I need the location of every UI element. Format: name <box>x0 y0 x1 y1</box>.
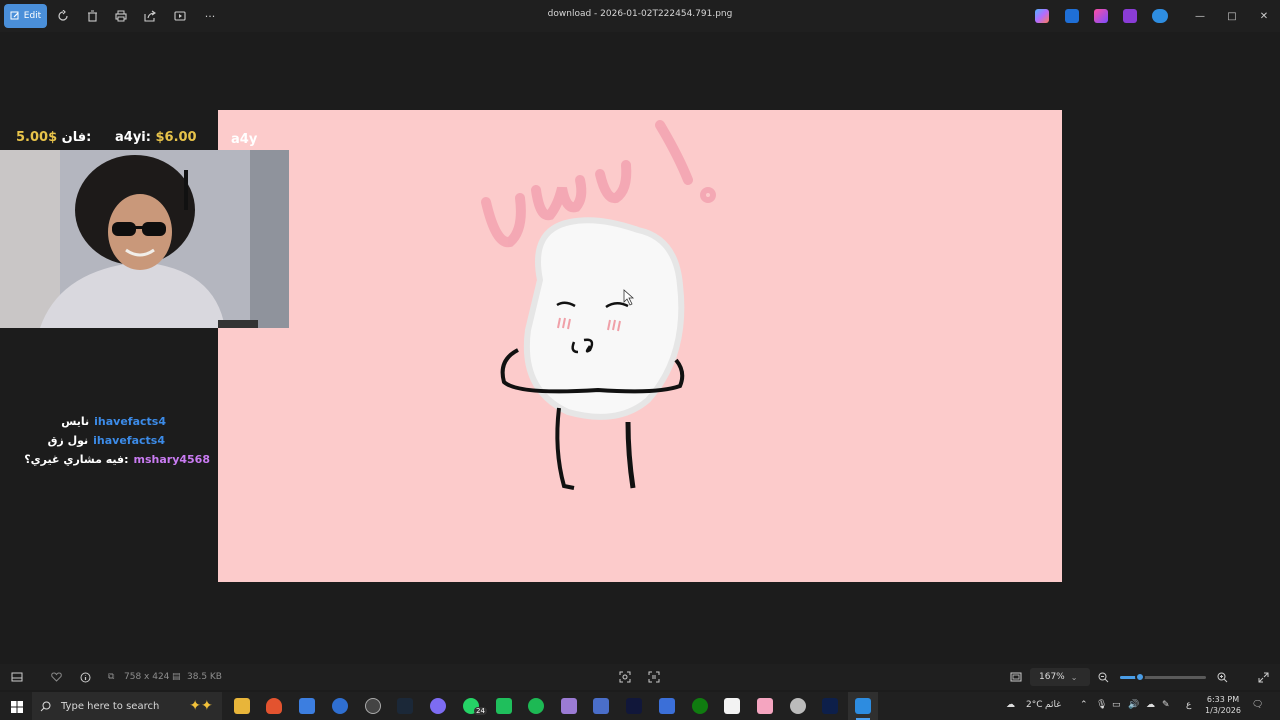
chat-message: فيه مشاري غيري؟: <box>24 453 129 466</box>
weather-icon[interactable]: ☁ <box>1006 700 1015 710</box>
chatgpt-icon[interactable] <box>365 698 381 714</box>
chat-line: نايس ihavefacts4 <box>61 415 166 428</box>
visual-search-icon[interactable] <box>617 669 633 685</box>
premiere-icon[interactable] <box>626 698 642 714</box>
donation-second-amount: 5.00$ <box>16 130 58 145</box>
text-scan-icon[interactable] <box>646 669 662 685</box>
chat-username: ihavefacts4 <box>94 415 166 428</box>
clock-time: 6:33 PM <box>1206 695 1240 704</box>
photos-icon <box>855 698 871 714</box>
chat-message: نول زق <box>47 434 89 447</box>
displayed-image[interactable]: a4y <box>218 110 1062 582</box>
designer-icon[interactable] <box>1094 9 1108 23</box>
zoom-slider-thumb[interactable] <box>1135 672 1145 682</box>
image-dimensions: 758 x 424 <box>124 672 170 682</box>
onedrive-icon[interactable] <box>1152 9 1168 23</box>
fit-to-window-icon[interactable] <box>1008 669 1024 685</box>
vpn-icon[interactable] <box>593 698 609 714</box>
search-icon <box>40 701 51 711</box>
taskbar-search-input[interactable]: Type here to search ✦✦ <box>32 692 222 720</box>
zoom-level-dropdown[interactable]: 167% ⌄ <box>1030 668 1090 686</box>
chevron-up-icon[interactable]: ⌃ <box>1080 700 1088 710</box>
chat-line: نول زق ihavefacts4 <box>48 434 165 447</box>
windows-taskbar: Type here to search ✦✦ 24 <box>0 692 1280 720</box>
weather-label: غائم <box>1045 700 1061 710</box>
zoom-level: 167% <box>1039 672 1065 682</box>
onedrive-tray-icon[interactable]: ☁ <box>1146 700 1155 710</box>
xbox-icon[interactable] <box>692 698 708 714</box>
chat-username: ihavefacts4 <box>93 434 165 447</box>
filmstrip-icon[interactable] <box>9 669 25 685</box>
photos-app-active[interactable] <box>848 692 878 720</box>
search-placeholder: Type here to search <box>61 700 160 712</box>
clock-date: 1/3/2026 <box>1205 706 1241 715</box>
fresco-icon[interactable] <box>822 698 838 714</box>
ghost-drawing: a4y <box>231 120 716 490</box>
fullscreen-icon[interactable] <box>1255 669 1271 685</box>
chat-line: فيه مشاري غيري؟: mshary4568 <box>24 453 210 466</box>
zoom-slider[interactable] <box>1120 672 1206 682</box>
volume-icon[interactable]: 🔊 <box>1128 700 1139 710</box>
spotify-icon[interactable] <box>528 698 544 714</box>
ms-store-icon[interactable] <box>299 698 315 714</box>
notepad-icon[interactable] <box>724 698 740 714</box>
brave-browser-icon[interactable] <box>266 698 282 714</box>
notifications-icon[interactable]: 🗨 <box>1252 700 1263 710</box>
windows-start-icon[interactable] <box>9 699 25 715</box>
whatsapp-badge: 24 <box>474 707 487 715</box>
microphone-icon[interactable]: 🎙 <box>1096 700 1107 710</box>
obs-icon[interactable] <box>790 698 806 714</box>
monitor-app-icon[interactable] <box>659 698 675 714</box>
taskbar-clock[interactable]: 6:33 PM 1/3/2026 <box>1200 694 1246 716</box>
maximize-button[interactable]: □ <box>1224 8 1240 24</box>
close-button[interactable]: ✕ <box>1256 8 1272 24</box>
paint-icon[interactable] <box>1065 9 1079 23</box>
copilot-icon[interactable] <box>1035 9 1049 23</box>
file-size: 38.5 KB <box>187 672 222 682</box>
favorite-heart-icon[interactable] <box>48 669 64 685</box>
minimize-button[interactable]: — <box>1192 8 1208 24</box>
language-indicator[interactable]: ع <box>1186 700 1191 710</box>
zoom-in-icon[interactable] <box>1214 669 1230 685</box>
network-icon[interactable]: ▭ <box>1112 700 1121 710</box>
donation-top: a4yi: $6.00 <box>115 130 197 145</box>
image-size-icon: ⧉ <box>108 672 115 682</box>
clipchamp-icon[interactable] <box>1123 9 1137 23</box>
kick-icon[interactable] <box>496 698 512 714</box>
window-title: download - 2026-01-02T222454.791.png <box>547 9 733 19</box>
donation-top-amount: $6.00 <box>155 130 197 145</box>
gamepad-icon[interactable] <box>561 698 577 714</box>
weather-temp: 2°C <box>1026 700 1043 710</box>
donation-second-label: فان: <box>61 130 92 145</box>
stream-watermark: a4y <box>231 132 258 147</box>
file-explorer-icon[interactable] <box>234 698 250 714</box>
zoom-out-icon[interactable] <box>1095 669 1111 685</box>
chat-username: mshary4568 <box>133 453 210 466</box>
info-icon[interactable] <box>77 669 93 685</box>
disk-icon: ▤ <box>172 672 181 682</box>
steam-icon[interactable] <box>397 698 413 714</box>
chevron-down-icon: ⌄ <box>1070 672 1078 682</box>
pen-icon[interactable]: ✎ <box>1162 700 1170 710</box>
webcam-feed <box>0 150 289 328</box>
sparkle-icon: ✦✦ <box>189 698 213 714</box>
donation-top-label: a4yi: <box>115 130 151 145</box>
donation-second: 5.00$ فان: <box>16 130 91 145</box>
mail-icon[interactable] <box>332 698 348 714</box>
title-toolbar: Edit ··· download - 2026-01-02T222454.79… <box>0 0 1280 32</box>
pink-app-icon[interactable] <box>757 698 773 714</box>
chat-message: نايس <box>61 415 90 428</box>
discord-icon[interactable] <box>430 698 446 714</box>
